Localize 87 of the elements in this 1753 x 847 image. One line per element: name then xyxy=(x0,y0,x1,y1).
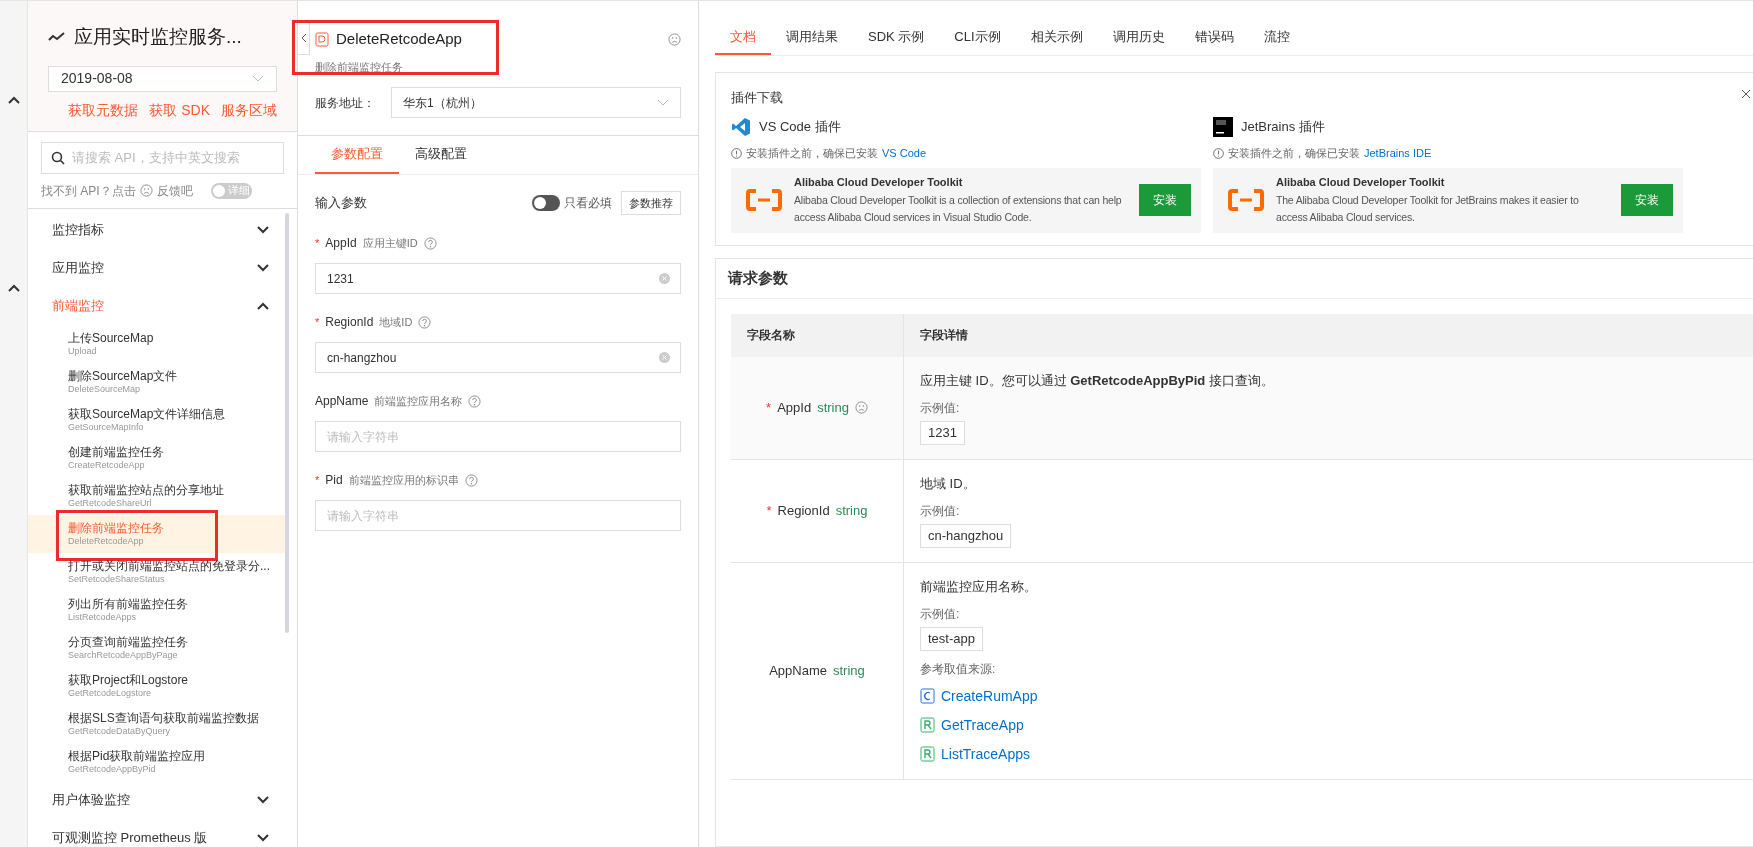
toolkit-title: Alibaba Cloud Developer Toolkit xyxy=(1276,174,1446,190)
install-link[interactable]: JetBrains IDE xyxy=(1364,145,1432,162)
nav-item[interactable]: 上传SourceMap Upload xyxy=(28,324,285,363)
doc-tab[interactable]: SDK 示例 xyxy=(853,21,940,55)
nav-item[interactable]: 根据SLS查询语句获取前端监控数据 GetRetcodeDataByQuery xyxy=(28,704,285,743)
param-desc: 前端监控应用的标识串 xyxy=(348,472,459,488)
plugin-name: VS Code 插件 xyxy=(759,118,841,137)
column-header: 字段详情 xyxy=(919,327,969,344)
toggle-label: 只看必填 xyxy=(564,195,612,212)
service-title: 应用实时监控服务... xyxy=(74,25,242,49)
nav-item[interactable]: 获取Project和Logstore GetRetcodeLogstore xyxy=(28,666,285,705)
doc-tab[interactable]: 相关示例 xyxy=(1015,21,1098,55)
source-link[interactable]: GetTraceApp xyxy=(941,714,1024,736)
field-description: 地域 ID。 xyxy=(920,474,976,493)
example-value: 1231 xyxy=(920,421,965,445)
toolkit-title: Alibaba Cloud Developer Toolkit xyxy=(794,174,964,190)
install-button[interactable]: 安装 xyxy=(1139,184,1191,216)
nav-item[interactable]: 分页查询前端监控任务 SearchRetcodeAppByPage xyxy=(28,628,285,667)
param-field[interactable]: 1231 xyxy=(315,263,681,294)
param-name: Pid xyxy=(325,472,343,489)
nav-item[interactable]: 删除SourceMap文件 DeleteSourceMap xyxy=(28,362,285,401)
feedback-link[interactable]: 反馈吧 xyxy=(156,181,193,200)
field-description: 前端监控应用名称。 xyxy=(920,577,1037,596)
install-button[interactable]: 安装 xyxy=(1621,184,1673,216)
install-note: 安装插件之前，确保已安装 xyxy=(1228,146,1360,161)
param-name: AppId xyxy=(325,235,357,252)
version-select[interactable]: 2019-08-08 xyxy=(48,65,277,92)
install-link[interactable]: VS Code xyxy=(882,145,927,162)
param-field[interactable]: cn-hangzhou xyxy=(315,342,681,373)
field-type: string xyxy=(835,501,868,520)
nav-group[interactable]: 用户体验监控 xyxy=(28,780,285,819)
config-tab[interactable]: 高级配置 xyxy=(399,136,483,174)
field-name: AppId xyxy=(777,398,812,417)
nav-item[interactable]: 获取前端监控站点的分享地址 GetRetcodeShareUrl xyxy=(28,476,285,515)
required-mark: * xyxy=(315,314,320,330)
search-field[interactable]: 请搜索 API，支持中英文搜索 xyxy=(41,141,284,174)
nav-item[interactable]: 创建前端监控任务 CreateRetcodeApp xyxy=(28,438,285,477)
required-mark: * xyxy=(766,398,772,417)
required-mark: * xyxy=(315,235,320,251)
example-value: cn-hangzhou xyxy=(920,524,1012,548)
endpoint-label: 服务地址： xyxy=(315,94,376,112)
api-subtitle: 删除前端监控任务 xyxy=(315,59,404,75)
doc-tab[interactable]: 调用结果 xyxy=(771,21,853,55)
feedback-text: 找不到 API？点击 xyxy=(41,182,136,200)
nav-item[interactable]: 根据Pid获取前端监控应用 GetRetcodeAppByPid xyxy=(28,742,285,781)
required-mark: * xyxy=(766,501,772,520)
install-note: 安装插件之前，确保已安装 xyxy=(746,146,878,161)
doc-tab[interactable]: CLI示例 xyxy=(939,21,1016,55)
param-field[interactable]: 请输入字符串 xyxy=(315,500,681,531)
plugin-name: JetBrains 插件 xyxy=(1241,118,1325,137)
example-label: 示例值: xyxy=(920,503,960,520)
example-label: 示例值: xyxy=(920,606,960,623)
param-name: RegionId xyxy=(325,314,374,331)
required-mark: * xyxy=(315,472,320,488)
nav-item[interactable]: 列出所有前端监控任务 ListRetcodeApps xyxy=(28,590,285,629)
section-title: 请求参数 xyxy=(716,258,1753,299)
nav-item[interactable]: 打开或关闭前端监控站点的免登录分... SetRetcodeShareStatus xyxy=(28,552,285,591)
nav-group[interactable]: 监控指标 xyxy=(28,210,285,249)
source-link[interactable]: ListTraceApps xyxy=(941,743,1030,765)
section-title: 输入参数 xyxy=(315,194,368,213)
api-name: DeleteRetcodeApp xyxy=(336,29,462,49)
field-type: string xyxy=(817,398,849,417)
column-header: 字段名称 xyxy=(731,313,904,357)
doc-tab[interactable]: 流控 xyxy=(1248,21,1305,55)
plugin-card-title: 插件下载 xyxy=(731,90,783,105)
doc-tab[interactable]: 错误码 xyxy=(1179,21,1249,55)
param-desc: 地域ID xyxy=(379,314,413,330)
toolkit-description: Alibaba Cloud Developer Toolkit is a collection of extensions that can help access Alibaba Cloud services in Visual Studio Code. xyxy=(794,193,1123,226)
example-value: test-app xyxy=(920,627,983,651)
param-desc: 前端监控应用名称 xyxy=(374,393,463,409)
sources-label: 参考取值来源: xyxy=(920,660,996,678)
doc-tab[interactable]: 调用历史 xyxy=(1097,21,1180,55)
toolkit-description: The Alibaba Cloud Developer Toolkit for JetBrains makes it easier to access Alibaba Cloud services. xyxy=(1276,193,1580,226)
nav-item[interactable]: 获取SourceMap文件详细信息 GetSourceMapInfo xyxy=(28,400,285,439)
param-name: AppName xyxy=(315,393,369,410)
param-field[interactable]: 请输入字符串 xyxy=(315,421,681,452)
nav-group[interactable]: 可观测监控 Prometheus 版 xyxy=(28,818,285,847)
param-desc: 应用主键ID xyxy=(362,235,418,251)
field-description: 应用主键 ID。您可以通过 GetRetcodeAppByPid 接口查询。 xyxy=(920,371,1274,390)
nav-group[interactable]: 应用监控 xyxy=(28,248,285,287)
field-name: AppName xyxy=(769,661,827,680)
field-type: string xyxy=(833,661,865,680)
field-name: RegionId xyxy=(777,501,830,520)
source-link[interactable]: CreateRumApp xyxy=(941,685,1038,707)
endpoint-select[interactable]: 华东1（杭州） xyxy=(391,87,681,118)
example-label: 示例值: xyxy=(920,400,960,417)
recommend-button[interactable]: 参数推荐 xyxy=(621,191,681,215)
